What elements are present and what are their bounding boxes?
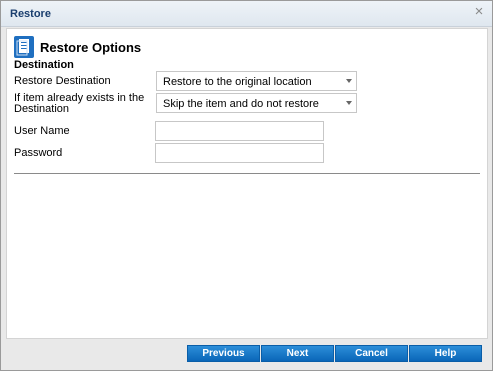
user-name-input[interactable] [155,121,324,141]
cancel-button[interactable]: Cancel [335,345,408,362]
dialog-title: Restore [10,8,51,20]
content-panel: Restore Options Destination Restore Dest… [6,28,488,339]
restore-destination-label: Restore Destination [14,75,111,87]
page-title: Restore Options [40,40,142,55]
section-title: Destination [14,59,74,71]
restore-dialog: Restore × Restore Options Destination Re… [0,0,493,371]
document-icon [14,36,34,58]
if-exists-label: If item already exists in the Destinatio… [14,93,144,115]
title-bar: Restore × [1,1,492,27]
divider [14,173,480,174]
next-button[interactable]: Next [261,345,334,362]
previous-button[interactable]: Previous [187,345,260,362]
if-exists-value: Skip the item and do not restore [163,98,319,110]
if-exists-select[interactable]: Skip the item and do not restore [156,93,357,113]
password-input[interactable] [155,143,324,163]
user-name-label: User Name [14,125,70,137]
chevron-down-icon [346,79,352,83]
password-label: Password [14,147,63,159]
restore-destination-select[interactable]: Restore to the original location [156,71,357,91]
if-exists-label-line2: Destination [14,103,70,115]
help-button[interactable]: Help [409,345,482,362]
close-icon[interactable]: × [473,4,485,19]
restore-destination-value: Restore to the original location [163,76,312,88]
chevron-down-icon [346,101,352,105]
